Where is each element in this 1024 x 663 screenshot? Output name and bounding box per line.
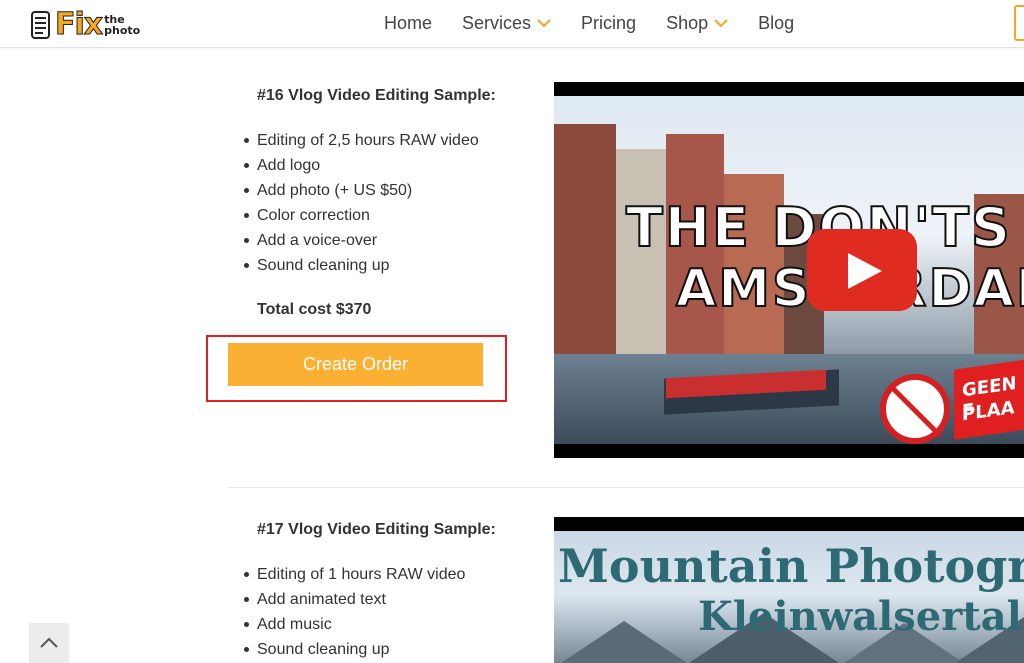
logo-small-text: the photo: [104, 13, 141, 37]
scroll-top-button[interactable]: [29, 623, 69, 663]
thumbnail-sign: GEEN F PLAA: [954, 358, 1024, 440]
list-item: Editing of 1 hours RAW video: [244, 562, 465, 587]
sample-17-features: Editing of 1 hours RAW video Add animate…: [244, 562, 465, 662]
list-item: Add photo (+ US $50): [244, 178, 479, 203]
list-item: Editing of 2,5 hours RAW video: [244, 128, 479, 153]
video-thumbnail-17[interactable]: Mountain Photogr Kleinwalsertal: [554, 517, 1024, 663]
no-bike-sign-icon: [880, 374, 950, 444]
chevron-up-icon: [40, 637, 58, 648]
list-item: Add a voice-over: [244, 228, 479, 253]
nav-shop[interactable]: Shop: [666, 13, 728, 34]
main-nav: Home Services Pricing Shop Blog: [384, 0, 824, 46]
nav-home[interactable]: Home: [384, 13, 432, 34]
site-header: Fix the photo Home Services Pricing Shop…: [0, 0, 1024, 48]
nav-blog[interactable]: Blog: [758, 13, 794, 34]
list-item: Add music: [244, 612, 465, 637]
chevron-down-icon: [537, 19, 551, 28]
sample-16-total: Total cost $370: [257, 301, 372, 318]
nav-pricing[interactable]: Pricing: [581, 13, 636, 34]
sample-16-features: Editing of 2,5 hours RAW video Add logo …: [244, 128, 479, 278]
create-order-button[interactable]: Create Order: [228, 343, 483, 386]
header-cta-button[interactable]: [1014, 5, 1024, 41]
list-item: Sound cleaning up: [244, 637, 465, 662]
site-logo[interactable]: Fix the photo: [30, 8, 140, 42]
sample-17-title: #17 Vlog Video Editing Sample:: [257, 521, 496, 538]
logo-mark-icon: [30, 10, 52, 40]
sample-16-title: #16 Vlog Video Editing Sample:: [257, 87, 496, 104]
play-icon[interactable]: [807, 229, 917, 311]
thumbnail-title-line2: Kleinwalsertal: [698, 593, 1022, 640]
video-thumbnail-16[interactable]: THE DON'TS O AMSTERDAM GEEN F PLAA: [554, 82, 1024, 458]
list-item: Add logo: [244, 153, 479, 178]
list-item: Sound cleaning up: [244, 253, 479, 278]
logo-fix-text: Fix: [54, 7, 103, 42]
nav-services[interactable]: Services: [462, 13, 551, 34]
list-item: Color correction: [244, 203, 479, 228]
chevron-down-icon: [714, 19, 728, 28]
thumbnail-title-line1: Mountain Photogr: [558, 539, 1024, 593]
list-item: Add animated text: [244, 587, 465, 612]
section-divider: [228, 487, 1024, 488]
